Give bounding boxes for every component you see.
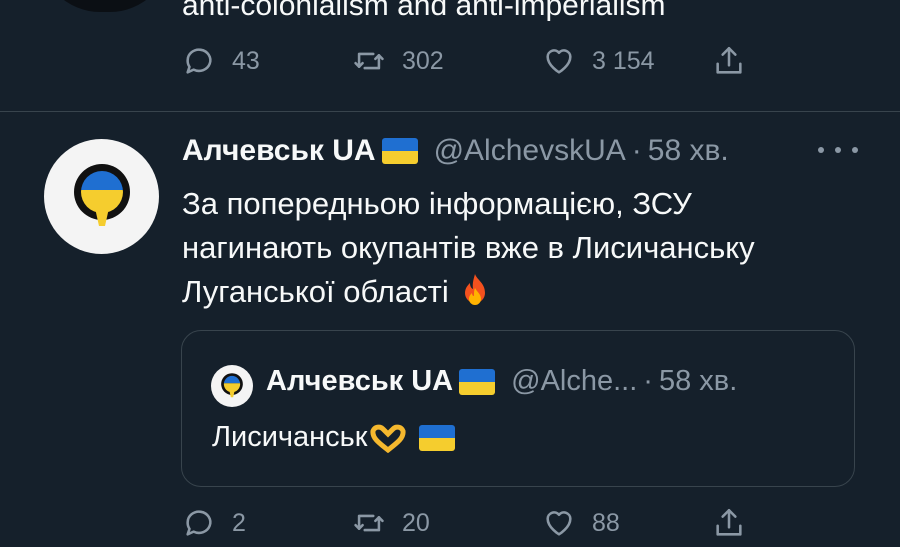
separator-dot: · (631, 134, 642, 167)
like-button[interactable]: 88 (542, 506, 712, 540)
quoted-author-handle: @Alche... (511, 365, 638, 397)
ukraine-flag-emoji (381, 138, 418, 164)
quoted-author-name: Алчевськ UA (266, 365, 454, 397)
tweet-actions: 2 20 88 (182, 506, 746, 540)
tweet-text-line: Луганської області (182, 270, 882, 314)
reply-button[interactable]: 43 (182, 44, 352, 78)
author-avatar[interactable] (44, 139, 159, 254)
fire-emoji-icon (464, 274, 485, 305)
previous-tweet-text: anti-colonialism and anti-imperialism (182, 0, 666, 22)
tweet-text-line: За попередньою інформацією, ЗСУ (182, 186, 692, 221)
share-button[interactable] (712, 44, 746, 78)
quoted-tweet-text: Лисичанськ (212, 421, 456, 454)
ukraine-flag-emoji (419, 424, 456, 451)
like-count: 88 (592, 508, 620, 537)
alchevsk-logo-icon (221, 373, 243, 398)
tweet-text: За попередньою інформацією, ЗСУ нагинают… (182, 182, 882, 314)
heart-icon (546, 511, 572, 536)
ukraine-flag-emoji (459, 368, 496, 395)
quoted-author-avatar (211, 365, 253, 407)
reply-button[interactable]: 2 (182, 506, 352, 540)
more-dots-icon[interactable] (818, 140, 858, 160)
separator-dot: · (643, 365, 653, 397)
heart-hands-emoji-icon (370, 424, 406, 453)
retweet-icon (354, 514, 384, 532)
share-button[interactable] (712, 506, 746, 540)
tweet-divider (0, 111, 900, 112)
previous-tweet-actions: 43 302 3 154 (182, 44, 746, 78)
author-handle[interactable]: @AlchevskUA (434, 134, 626, 168)
retweet-count: 302 (402, 46, 444, 75)
tweet-text-line: нагинають окупантів вже в Лисичанську (182, 230, 755, 265)
retweet-button[interactable]: 302 (352, 44, 542, 78)
retweet-button[interactable]: 20 (352, 506, 542, 540)
alchevsk-logo-icon (73, 163, 130, 226)
share-icon (716, 46, 742, 74)
previous-tweet-avatar[interactable] (40, 0, 170, 12)
speech-bubble-icon (186, 48, 212, 74)
tweet-time[interactable]: 58 хв. (648, 134, 729, 168)
quoted-tweet-time: 58 хв. (658, 365, 738, 397)
tweet-text-line-content: Луганської області (182, 274, 449, 309)
tweet-header: Алчевськ UA @AlchevskUA · 58 хв. (182, 134, 729, 168)
quoted-tweet-text-content: Лисичанськ (212, 421, 368, 453)
heart-icon (546, 49, 572, 74)
retweet-icon (354, 52, 384, 70)
like-count: 3 154 (592, 46, 655, 75)
retweet-count: 20 (402, 508, 430, 537)
author-name[interactable]: Алчевськ UA (182, 134, 376, 168)
quoted-tweet-header: Алчевськ UA @Alche... · 58 хв. (266, 365, 737, 398)
reply-count: 43 (232, 46, 260, 75)
reply-count: 2 (232, 508, 246, 537)
quoted-tweet[interactable]: Алчевськ UA @Alche... · 58 хв. Лисичансь… (181, 330, 855, 487)
speech-bubble-icon (186, 510, 212, 536)
like-button[interactable]: 3 154 (542, 44, 712, 78)
share-icon (716, 508, 742, 536)
